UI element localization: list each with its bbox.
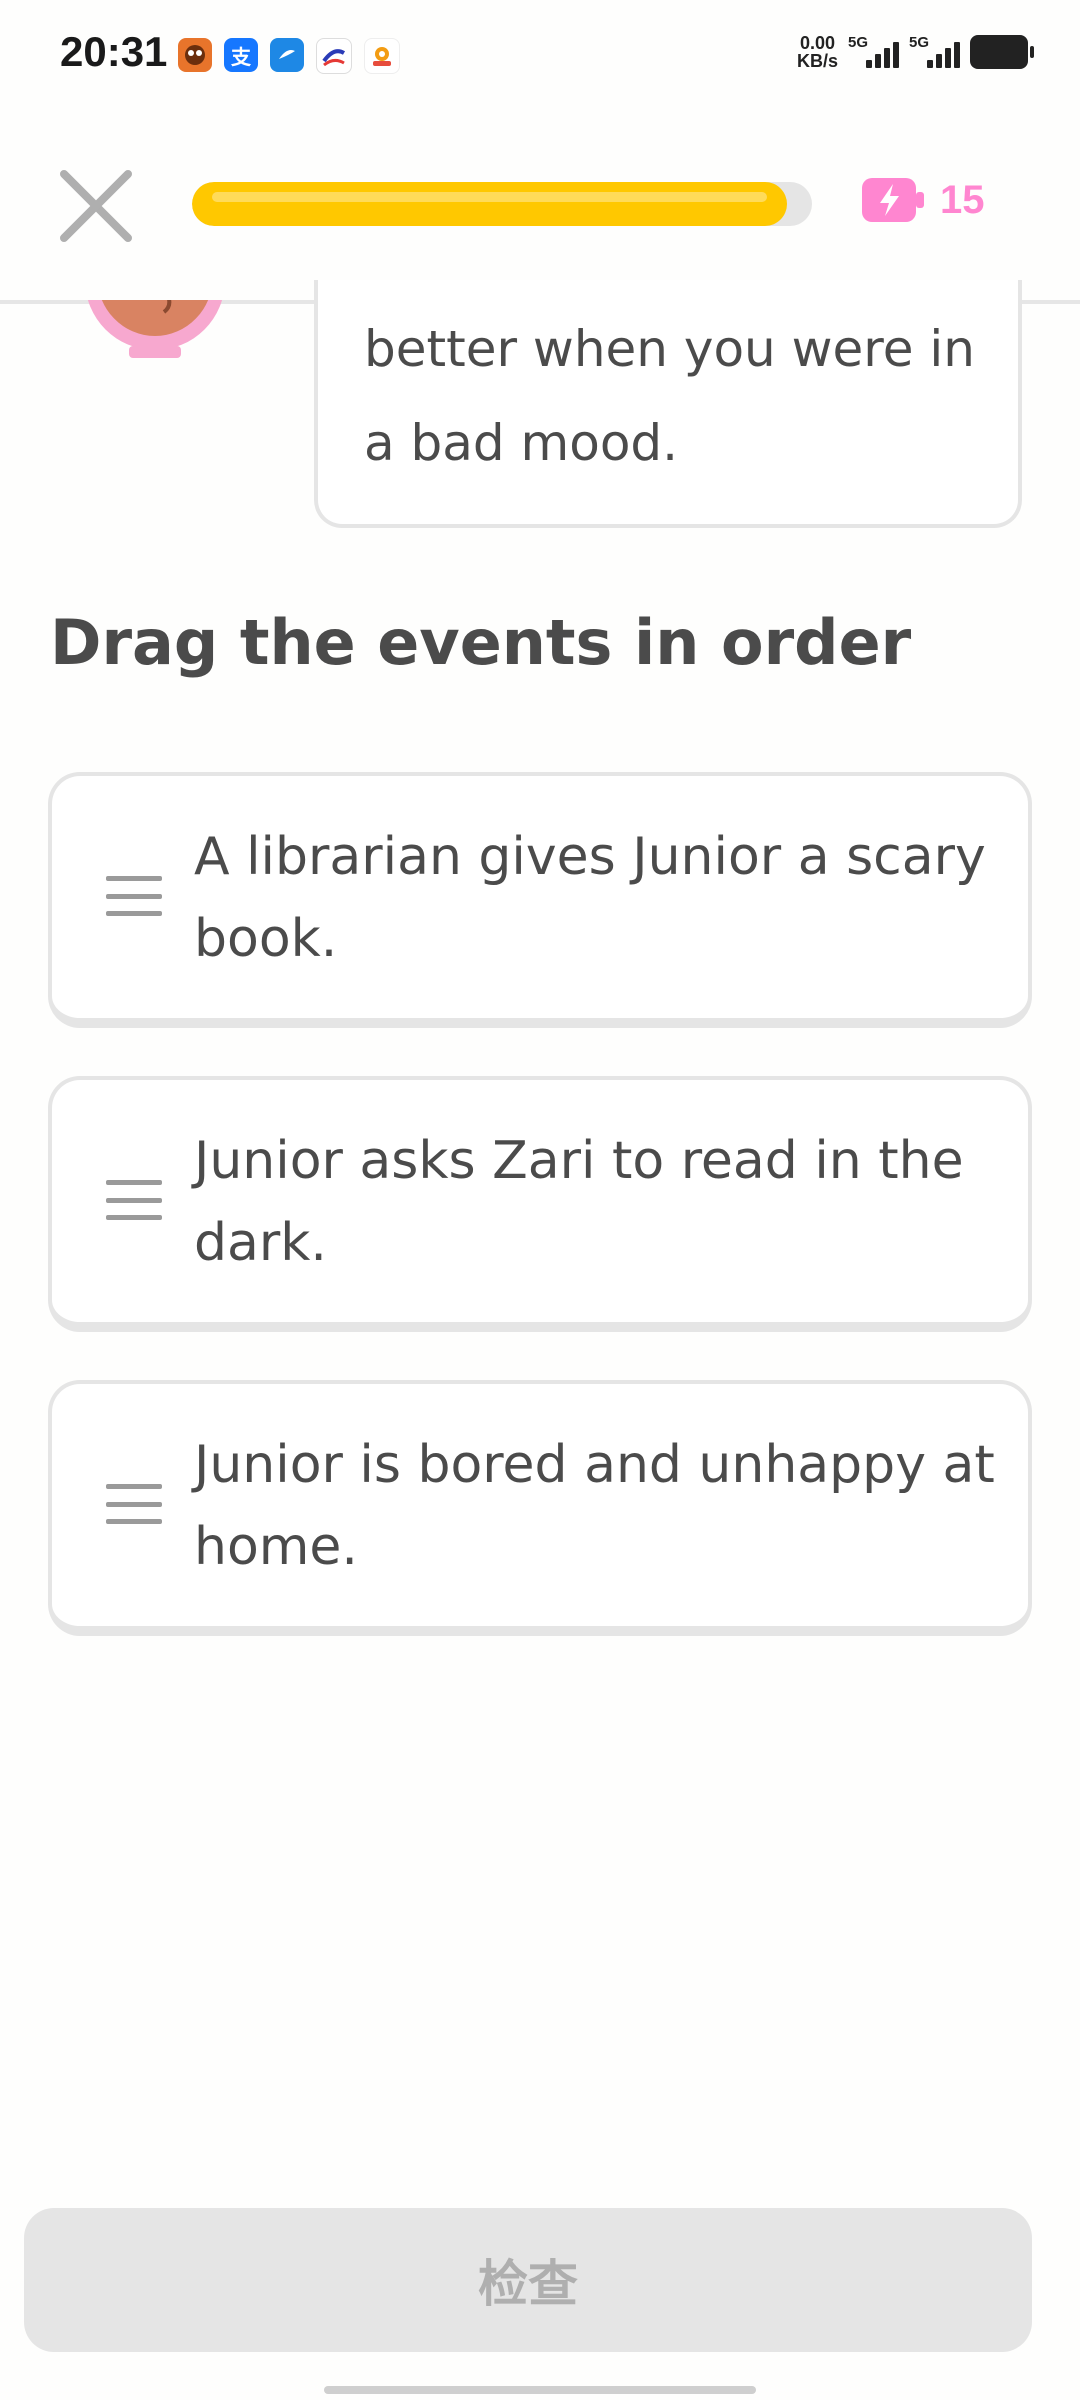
camera-app-icon — [364, 38, 400, 74]
status-right-group: 0.00 KB/s 5G 5G — [797, 34, 1034, 70]
home-indicator[interactable] — [324, 2386, 756, 2394]
drag-handle-icon[interactable] — [106, 876, 162, 916]
status-bar: 20:31 支 0.00 KB/s 5G 5G — [0, 0, 1080, 110]
bank-app-icon — [316, 38, 352, 74]
character-avatar — [84, 300, 226, 360]
browser-icon — [270, 38, 304, 72]
event-card[interactable]: Junior is bored and unhappy at home. — [48, 1380, 1032, 1636]
alipay-icon: 支 — [224, 38, 258, 72]
energy-count: 15 — [940, 177, 985, 222]
close-button[interactable] — [58, 168, 134, 244]
challenge-prompt: Drag the events in order — [50, 606, 912, 679]
event-text: A librarian gives Junior a scary book. — [194, 827, 986, 969]
lesson-progress-shine — [212, 192, 768, 202]
story-bubble-text: better when you were in a bad mood. — [364, 320, 975, 472]
event-card[interactable]: A librarian gives Junior a scary book. — [48, 772, 1032, 1028]
check-button[interactable]: 检查 — [24, 2208, 1032, 2352]
lesson-progress-fill — [192, 182, 788, 226]
network-speed-value: 0.00 — [799, 33, 836, 53]
event-text: Junior is bored and unhappy at home. — [194, 1435, 995, 1577]
lesson-header: 15 — [0, 110, 1080, 304]
signal-label: 5G — [848, 34, 869, 51]
close-icon — [60, 170, 132, 242]
signal-label: 5G — [909, 34, 930, 51]
network-speed-unit: KB/s — [796, 51, 838, 71]
event-text: Junior asks Zari to read in the dark. — [194, 1131, 964, 1273]
tiger-app-icon — [178, 38, 212, 72]
energy-battery-icon — [862, 178, 924, 222]
story-speech-bubble: better when you were in a bad mood. — [314, 280, 1022, 528]
signal-icon: 5G — [848, 34, 899, 68]
signal-icon: 5G — [909, 34, 960, 68]
drag-handle-icon[interactable] — [106, 1180, 162, 1220]
lesson-progress-bar — [192, 182, 812, 226]
energy-counter[interactable]: 15 — [860, 176, 985, 224]
status-app-icons: 支 — [178, 38, 400, 74]
drag-handle-icon[interactable] — [106, 1484, 162, 1524]
status-time: 20:31 — [60, 28, 168, 75]
network-speed: 0.00 KB/s — [797, 34, 838, 70]
battery-icon — [970, 35, 1034, 69]
event-card[interactable]: Junior asks Zari to read in the dark. — [48, 1076, 1032, 1332]
